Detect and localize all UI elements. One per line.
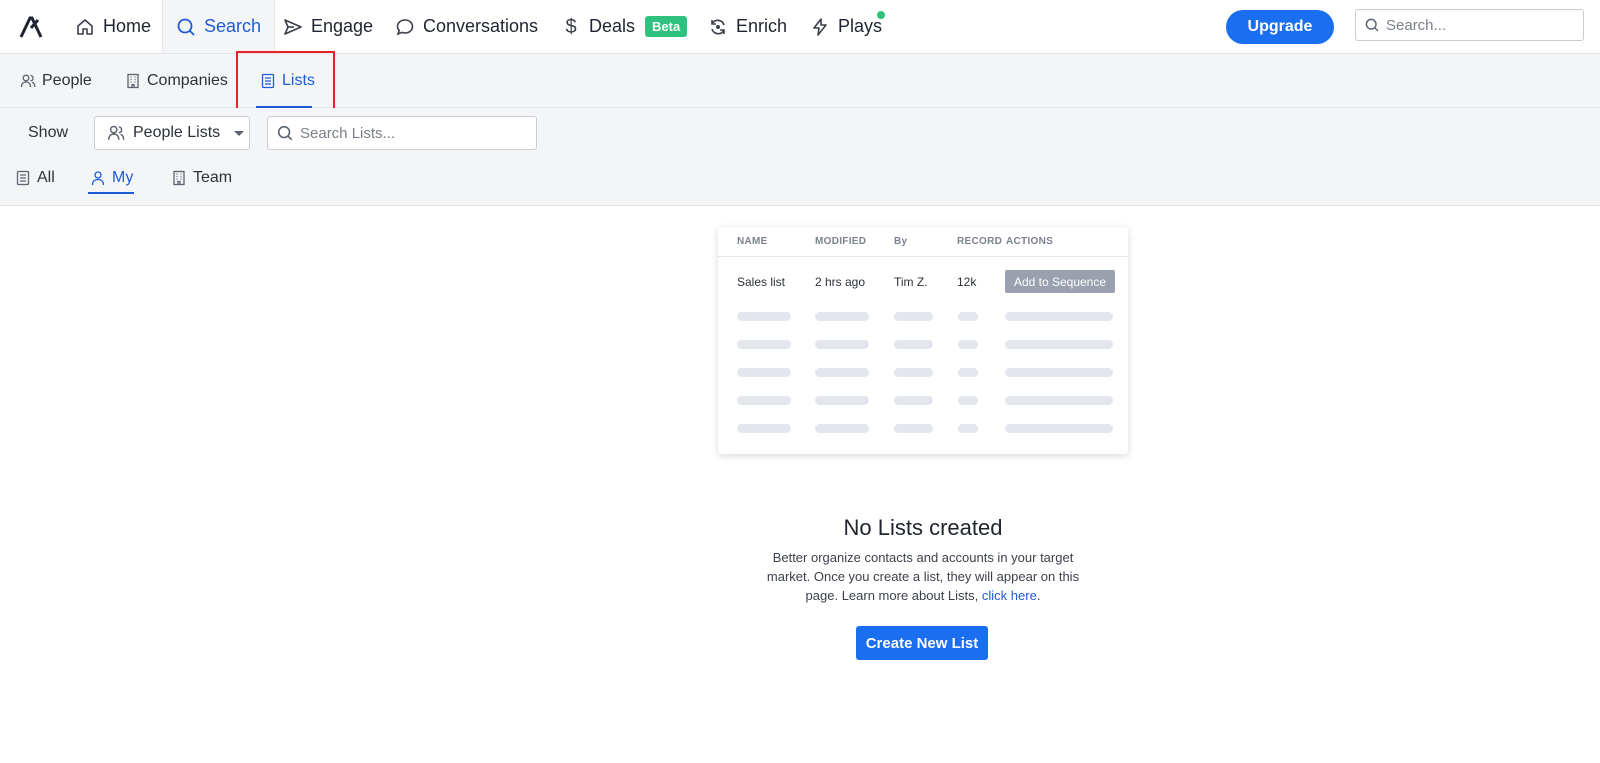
skeleton-bar: [894, 424, 933, 433]
top-navigation: Home Search Engage Conversations $ Deals…: [0, 0, 1600, 54]
tab-companies-label: Companies: [147, 71, 228, 89]
skeleton-bar: [815, 340, 869, 349]
skeleton-bar: [894, 396, 933, 405]
scope-tab-all[interactable]: All: [15, 158, 55, 198]
skeleton-bar: [815, 396, 869, 405]
plays-notification-dot: [877, 11, 885, 19]
nav-deals[interactable]: $ Deals Beta: [561, 0, 688, 53]
tab-people-label: People: [42, 71, 92, 89]
tab-people[interactable]: People: [20, 54, 92, 107]
skeleton-bar: [815, 312, 869, 321]
people-icon: [107, 124, 125, 142]
nav-plays-label: Plays: [838, 16, 883, 36]
nav-conversations-label: Conversations: [423, 16, 539, 36]
nav-deals-label: Deals: [589, 16, 636, 36]
lists-filter-bar: Show People Lists All My Team: [0, 108, 1600, 206]
nav-conversations[interactable]: Conversations: [395, 0, 538, 53]
scope-tab-team-label: Team: [193, 169, 233, 186]
preview-header-actions: ACTIONS: [1006, 236, 1054, 247]
empty-state-preview-card: NAME MODIFIED By RECORD ACTIONS Sales li…: [718, 227, 1128, 454]
skeleton-bar: [894, 368, 933, 377]
preview-cell-modified: 2 hrs ago: [815, 275, 866, 289]
scope-tab-all-label: All: [37, 169, 55, 186]
chat-bubble-icon: [395, 17, 415, 37]
apollo-logo-icon[interactable]: [18, 14, 44, 40]
skeleton-bar: [737, 396, 791, 405]
document-icon: [15, 170, 31, 186]
home-icon: [75, 17, 95, 37]
preview-add-to-sequence-button: Add to Sequence: [1005, 270, 1115, 293]
upgrade-button[interactable]: Upgrade: [1226, 10, 1334, 44]
building-icon: [171, 170, 187, 186]
people-icon: [20, 73, 36, 89]
show-label: Show: [28, 124, 69, 141]
preview-header-by: By: [894, 236, 908, 247]
tab-lists-label: Lists: [282, 71, 315, 89]
building-icon: [125, 73, 141, 89]
tab-lists[interactable]: Lists: [260, 54, 315, 107]
preview-cell-by: Tim Z.: [894, 275, 928, 289]
nav-home[interactable]: Home: [75, 0, 151, 53]
nav-search[interactable]: Search: [162, 0, 276, 53]
caret-down-icon: [234, 130, 245, 136]
skeleton-bar: [737, 368, 791, 377]
nav-home-label: Home: [103, 16, 152, 36]
empty-state-title: No Lists created: [843, 515, 1003, 540]
skeleton-bar: [958, 368, 978, 377]
empty-state-description-period: .: [1036, 588, 1041, 603]
preview-header-modified: MODIFIED: [815, 236, 867, 247]
skeleton-bar: [1005, 396, 1113, 405]
lists-search-box[interactable]: [267, 116, 537, 150]
skeleton-bar: [1005, 340, 1113, 349]
preview-header-name: NAME: [737, 236, 768, 247]
global-search-input[interactable]: [1386, 16, 1583, 34]
global-search-box[interactable]: [1355, 9, 1584, 41]
skeleton-bar: [894, 312, 933, 321]
skeleton-bar: [958, 312, 978, 321]
lists-search-input[interactable]: [300, 124, 536, 142]
user-icon: [90, 170, 106, 186]
skeleton-bar: [958, 396, 978, 405]
tab-companies[interactable]: Companies: [125, 54, 228, 107]
list-type-dropdown[interactable]: People Lists: [94, 116, 250, 150]
skeleton-bar: [815, 424, 869, 433]
nav-enrich-label: Enrich: [736, 16, 788, 36]
skeleton-bar: [1005, 312, 1113, 321]
list-icon: [260, 73, 276, 89]
nav-search-label: Search: [204, 16, 262, 36]
empty-state-description: Better organize contacts and accounts in…: [764, 548, 1082, 605]
sub-navigation: People Companies Lists: [0, 54, 1600, 108]
skeleton-bar: [1005, 424, 1113, 433]
learn-more-link[interactable]: click here: [982, 588, 1037, 603]
skeleton-bar: [958, 424, 978, 433]
skeleton-bar: [737, 424, 791, 433]
list-type-value: People Lists: [133, 124, 221, 141]
preview-header-divider: [718, 256, 1128, 257]
nav-engage[interactable]: Engage: [283, 0, 373, 53]
skeleton-bar: [1005, 368, 1113, 377]
search-icon: [176, 17, 196, 37]
send-icon: [283, 17, 303, 37]
scope-tab-team[interactable]: Team: [171, 158, 232, 198]
preview-cell-record: 12k: [957, 275, 977, 289]
nav-enrich[interactable]: Enrich: [708, 0, 787, 53]
lightning-icon: [810, 17, 830, 37]
nav-engage-label: Engage: [311, 16, 374, 36]
skeleton-bar: [737, 312, 791, 321]
create-new-list-button[interactable]: Create New List: [856, 626, 988, 660]
active-scope-underline: [88, 192, 134, 194]
preview-header-record: RECORD: [957, 236, 1003, 247]
skeleton-bar: [894, 340, 933, 349]
search-icon: [1364, 17, 1380, 33]
nav-plays[interactable]: Plays: [810, 0, 882, 53]
refresh-icon: [708, 17, 728, 37]
beta-badge: Beta: [645, 16, 688, 37]
skeleton-bar: [815, 368, 869, 377]
search-icon: [276, 124, 294, 142]
preview-cell-name: Sales list: [737, 275, 786, 289]
dollar-icon: $: [565, 15, 577, 38]
skeleton-bar: [958, 340, 978, 349]
scope-tab-my-label: My: [112, 169, 134, 186]
skeleton-bar: [737, 340, 791, 349]
